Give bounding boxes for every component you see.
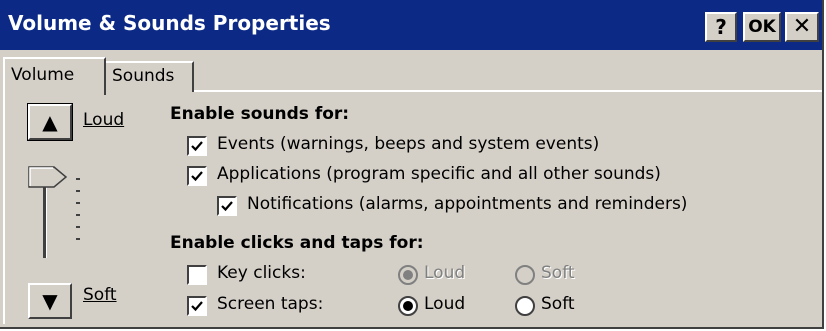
screen-taps-loud-label[interactable]: Loud xyxy=(424,294,465,314)
soft-label: Soft xyxy=(83,285,117,305)
radio-selected-dot xyxy=(403,301,413,311)
events-checkbox[interactable] xyxy=(187,136,207,156)
screen-taps-soft-label[interactable]: Soft xyxy=(541,294,575,314)
close-button[interactable]: ✕ xyxy=(785,12,819,42)
notifications-label[interactable]: Notifications (alarms, appointments and … xyxy=(247,194,687,214)
properties-window: Volume & Sounds Properties ? OK ✕ Volume… xyxy=(0,0,824,329)
applications-label[interactable]: Applications (program specific and all o… xyxy=(217,164,661,184)
enable-clicks-heading: Enable clicks and taps for: xyxy=(170,233,424,253)
key-clicks-loud-radio xyxy=(398,265,418,285)
up-arrow-icon: ▲ xyxy=(42,110,58,134)
volume-down-button[interactable]: ▼ xyxy=(28,283,72,319)
window-title: Volume & Sounds Properties xyxy=(8,11,331,35)
slider-tick xyxy=(76,226,80,228)
volume-up-button[interactable]: ▲ xyxy=(27,103,73,141)
tab-volume[interactable]: Volume xyxy=(3,57,106,95)
screen-taps-loud-radio[interactable] xyxy=(398,296,418,316)
volume-slider-track[interactable] xyxy=(43,178,47,258)
screen-taps-label[interactable]: Screen taps: xyxy=(217,294,323,314)
slider-tick xyxy=(76,190,80,192)
key-clicks-soft-label: Soft xyxy=(541,263,575,283)
tab-divider xyxy=(194,90,822,92)
screen-taps-checkbox[interactable] xyxy=(187,296,207,316)
help-button[interactable]: ? xyxy=(705,12,737,42)
key-clicks-label[interactable]: Key clicks: xyxy=(217,263,306,283)
screen-taps-soft-radio[interactable] xyxy=(515,296,535,316)
checkmark-icon xyxy=(191,301,203,312)
slider-tick xyxy=(76,178,80,180)
tab-sounds[interactable]: Sounds xyxy=(106,61,194,92)
slider-tick xyxy=(76,238,80,240)
volume-slider-thumb[interactable] xyxy=(28,166,68,188)
slider-tick xyxy=(76,202,80,204)
loud-label-text: Loud xyxy=(83,110,125,130)
notifications-checkbox[interactable] xyxy=(217,196,237,216)
panel-edge xyxy=(3,92,5,324)
key-clicks-soft-radio xyxy=(515,265,535,285)
radio-selected-dot xyxy=(403,270,413,280)
checkmark-icon xyxy=(191,141,203,152)
events-label[interactable]: Events (warnings, beeps and system event… xyxy=(217,134,599,154)
checkmark-icon xyxy=(191,171,203,182)
checkmark-icon xyxy=(221,201,233,212)
key-clicks-loud-label: Loud xyxy=(424,263,466,283)
enable-sounds-heading: Enable sounds for: xyxy=(170,104,350,124)
slider-tick xyxy=(76,214,80,216)
soft-label-text: Soft xyxy=(83,285,117,305)
loud-label: Loud xyxy=(83,110,124,130)
down-arrow-icon: ▼ xyxy=(42,289,58,313)
applications-checkbox[interactable] xyxy=(187,166,207,186)
title-bar: Volume & Sounds Properties ? OK ✕ xyxy=(0,0,822,50)
key-clicks-checkbox[interactable] xyxy=(187,265,207,285)
ok-button[interactable]: OK xyxy=(743,12,781,42)
